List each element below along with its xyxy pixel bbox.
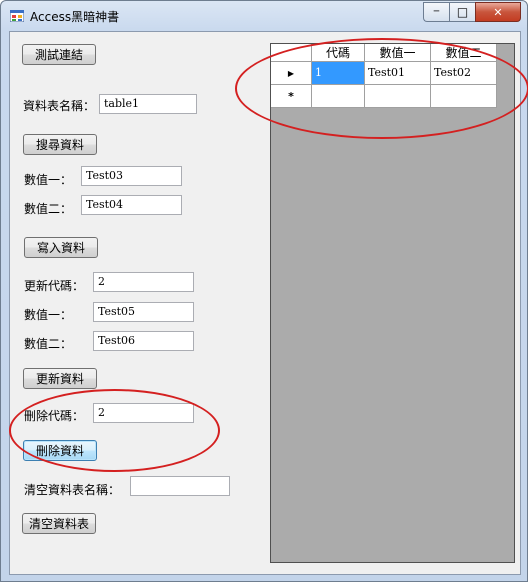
current-row-arrow-icon: ▶ bbox=[287, 68, 295, 78]
delete-button[interactable]: 刪除資料 bbox=[23, 440, 97, 461]
delete-id-label: 刪除代碼： bbox=[24, 409, 85, 423]
grid-cell[interactable] bbox=[365, 85, 431, 108]
data-grid[interactable]: 代碼 數值一 數值二 ▶ 1 Test01 Test02 * bbox=[270, 43, 515, 563]
update-value2-input[interactable]: Test06 bbox=[93, 331, 194, 351]
app-form-icon bbox=[10, 10, 24, 22]
maximize-button[interactable]: □ bbox=[449, 2, 475, 22]
new-row-asterisk-icon: * bbox=[288, 89, 294, 103]
grid-cell[interactable]: Test02 bbox=[431, 62, 497, 85]
update-id-input[interactable]: 2 bbox=[93, 272, 194, 292]
minimize-icon: ─ bbox=[433, 6, 440, 17]
grid-cell[interactable] bbox=[312, 85, 365, 108]
table-name-input[interactable]: table1 bbox=[99, 94, 197, 114]
test-connection-button[interactable]: 測試連結 bbox=[22, 44, 96, 65]
title-bar[interactable]: Access黑暗神書 ─ □ ✕ bbox=[1, 1, 527, 31]
insert-value1-label: 數值一： bbox=[24, 173, 73, 187]
minimize-button[interactable]: ─ bbox=[423, 2, 449, 22]
close-button[interactable]: ✕ bbox=[475, 2, 521, 22]
close-icon: ✕ bbox=[493, 5, 503, 19]
grid-row-header[interactable]: * bbox=[271, 85, 312, 108]
insert-value2-label: 數值二： bbox=[24, 202, 73, 216]
grid-cell[interactable] bbox=[431, 85, 497, 108]
clear-table-label: 清空資料表名稱： bbox=[24, 483, 121, 497]
insert-button[interactable]: 寫入資料 bbox=[24, 237, 98, 258]
update-value2-label: 數值二： bbox=[24, 337, 73, 351]
insert-value2-input[interactable]: Test04 bbox=[81, 195, 182, 215]
insert-value1-input[interactable]: Test03 bbox=[81, 166, 182, 186]
app-window: Access黑暗神書 ─ □ ✕ 測試連結 資料表名稱： table1 搜尋資料… bbox=[0, 0, 528, 582]
update-value1-input[interactable]: Test05 bbox=[93, 302, 194, 322]
grid-cell[interactable]: 1 bbox=[312, 62, 365, 85]
update-id-label: 更新代碼： bbox=[24, 279, 85, 293]
grid-column-header[interactable]: 代碼 bbox=[312, 44, 365, 62]
caption-buttons: ─ □ ✕ bbox=[423, 2, 521, 22]
grid-corner-header[interactable] bbox=[271, 44, 312, 62]
window-title: Access黑暗神書 bbox=[30, 10, 120, 24]
clear-table-button[interactable]: 清空資料表 bbox=[22, 513, 96, 534]
grid-cell[interactable]: Test01 bbox=[365, 62, 431, 85]
update-button[interactable]: 更新資料 bbox=[23, 368, 97, 389]
clear-table-input[interactable] bbox=[130, 476, 230, 496]
grid-column-header[interactable]: 數值二 bbox=[431, 44, 497, 62]
update-value1-label: 數值一： bbox=[24, 308, 73, 322]
table-name-label: 資料表名稱： bbox=[23, 99, 96, 113]
form-client-area: 測試連結 資料表名稱： table1 搜尋資料 數值一： Test03 數值二：… bbox=[9, 31, 521, 575]
maximize-icon: □ bbox=[456, 5, 469, 19]
grid-row-header[interactable]: ▶ bbox=[271, 62, 312, 85]
delete-id-input[interactable]: 2 bbox=[93, 403, 194, 423]
grid-column-header[interactable]: 數值一 bbox=[365, 44, 431, 62]
search-button[interactable]: 搜尋資料 bbox=[23, 134, 97, 155]
